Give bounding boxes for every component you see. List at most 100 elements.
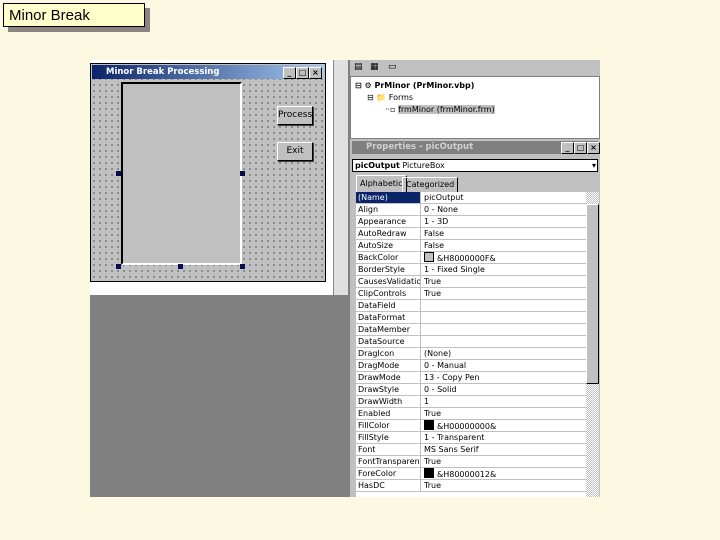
property-value[interactable]: True: [422, 408, 441, 419]
property-row[interactable]: BorderStyle 1 - Fixed Single: [356, 264, 586, 276]
property-value-text: &H00000000&: [437, 422, 497, 431]
designer-scrollbar[interactable]: [333, 60, 348, 295]
property-value-text: False: [424, 241, 445, 250]
object-name: picOutput: [355, 161, 400, 170]
view-object-icon[interactable]: ▦: [370, 62, 379, 72]
property-row[interactable]: FillColor &H00000000&: [356, 420, 586, 432]
property-row[interactable]: DataMember: [356, 324, 586, 336]
property-value[interactable]: 1 - 3D: [422, 216, 448, 227]
property-value[interactable]: 13 - Copy Pen: [422, 372, 480, 383]
property-value[interactable]: &H00000000&: [422, 420, 496, 432]
property-row[interactable]: DataSource: [356, 336, 586, 348]
property-value[interactable]: True: [422, 456, 441, 467]
property-row[interactable]: (Name) picOutput: [356, 192, 586, 204]
property-row[interactable]: DrawStyle 0 - Solid: [356, 384, 586, 396]
resize-handle[interactable]: [116, 264, 121, 269]
property-name: FillColor: [356, 420, 421, 431]
form-window[interactable]: Minor Break Processing _ □ × Process Exi…: [90, 63, 326, 282]
property-row[interactable]: FillStyle 1 - Transparent: [356, 432, 586, 444]
property-row[interactable]: HasDC True: [356, 480, 586, 492]
minimize-button[interactable]: _: [561, 142, 574, 154]
property-row[interactable]: Appearance 1 - 3D: [356, 216, 586, 228]
property-row[interactable]: DataField: [356, 300, 586, 312]
property-value[interactable]: 1 - Transparent: [422, 432, 484, 443]
property-row[interactable]: Enabled True: [356, 408, 586, 420]
property-value-text: 1 - Transparent: [424, 433, 485, 442]
property-row[interactable]: DragIcon (None): [356, 348, 586, 360]
property-value[interactable]: &H8000000F&: [422, 252, 496, 264]
property-name: (Name): [356, 192, 421, 203]
property-value[interactable]: (None): [422, 348, 451, 359]
property-row[interactable]: BackColor &H8000000F&: [356, 252, 586, 264]
resize-handle[interactable]: [178, 264, 183, 269]
close-button[interactable]: ×: [587, 142, 600, 154]
resize-handle[interactable]: [116, 171, 121, 176]
project-root-label: PrMinor (PrMinor.vbp): [374, 81, 475, 90]
property-name: DataField: [356, 300, 421, 311]
property-row[interactable]: DragMode 0 - Manual: [356, 360, 586, 372]
property-name: DrawMode: [356, 372, 421, 383]
property-value[interactable]: True: [422, 480, 441, 491]
property-name: DrawStyle: [356, 384, 421, 395]
minimize-button[interactable]: _: [283, 67, 296, 79]
property-row[interactable]: FontTransparent True: [356, 456, 586, 468]
property-name: ForeColor: [356, 468, 421, 479]
property-row[interactable]: DrawWidth 1: [356, 396, 586, 408]
tab-categorized[interactable]: Categorized: [402, 177, 459, 193]
property-value[interactable]: False: [422, 240, 444, 251]
property-row[interactable]: DataFormat: [356, 312, 586, 324]
picture-box-picoutput[interactable]: [121, 82, 242, 265]
property-value-text: (None): [424, 349, 452, 358]
tab-alphabetic[interactable]: Alphabetic: [356, 175, 407, 193]
color-swatch-icon: [424, 468, 434, 478]
project-explorer: ⊟ ⚙ PrMinor (PrMinor.vbp) ⊟ 📁 Forms ··▫ …: [350, 76, 600, 139]
project-root[interactable]: ⊟ ⚙ PrMinor (PrMinor.vbp): [355, 81, 474, 90]
process-button[interactable]: Process: [277, 106, 313, 125]
forms-folder[interactable]: ⊟ 📁 Forms: [367, 93, 413, 102]
property-value[interactable]: False: [422, 228, 444, 239]
form-titlebar[interactable]: Minor Break Processing _ □ ×: [92, 65, 324, 79]
toggle-folders-icon[interactable]: ▭: [388, 62, 397, 72]
property-row[interactable]: Align 0 - None: [356, 204, 586, 216]
scrollbar-thumb[interactable]: [586, 204, 599, 384]
property-row[interactable]: CausesValidation True: [356, 276, 586, 288]
property-row[interactable]: ClipControls True: [356, 288, 586, 300]
properties-title: Properties - picOutput: [366, 142, 474, 152]
maximize-button[interactable]: □: [296, 67, 309, 79]
property-row[interactable]: ForeColor &H80000012&: [356, 468, 586, 480]
property-value[interactable]: True: [422, 276, 441, 287]
property-value[interactable]: 0 - Solid: [422, 384, 457, 395]
maximize-button[interactable]: □: [574, 142, 587, 154]
object-selector[interactable]: picOutput PictureBox ▾: [352, 159, 598, 172]
property-row[interactable]: AutoSize False: [356, 240, 586, 252]
property-name: Font: [356, 444, 421, 455]
property-value[interactable]: True: [422, 288, 441, 299]
form-item-label: frmMinor (frmMinor.frm): [398, 105, 495, 114]
slide-title: Minor Break: [3, 3, 145, 27]
form-item[interactable]: ··▫ frmMinor (frmMinor.frm): [385, 105, 495, 114]
view-code-icon[interactable]: ▤: [354, 62, 363, 72]
color-swatch-icon: [424, 420, 434, 430]
property-value[interactable]: 0 - Manual: [422, 360, 466, 371]
property-value-text: 0 - Manual: [424, 361, 467, 370]
property-value[interactable]: 1: [422, 396, 429, 407]
property-value[interactable]: &H80000012&: [422, 468, 496, 480]
property-row[interactable]: DrawMode 13 - Copy Pen: [356, 372, 586, 384]
property-name: AutoRedraw: [356, 228, 421, 239]
chevron-down-icon[interactable]: ▾: [592, 160, 596, 171]
property-value[interactable]: MS Sans Serif: [422, 444, 479, 455]
resize-handle[interactable]: [240, 264, 245, 269]
property-row[interactable]: Font MS Sans Serif: [356, 444, 586, 456]
object-type: PictureBox: [402, 161, 445, 170]
property-value[interactable]: picOutput: [422, 192, 464, 203]
close-button[interactable]: ×: [309, 67, 322, 79]
property-value-text: MS Sans Serif: [424, 445, 479, 454]
exit-button[interactable]: Exit: [277, 142, 313, 161]
property-row[interactable]: AutoRedraw False: [356, 228, 586, 240]
property-value[interactable]: 0 - None: [422, 204, 458, 215]
property-value[interactable]: 1 - Fixed Single: [422, 264, 485, 275]
properties-scrollbar[interactable]: [586, 192, 599, 497]
property-value-text: 13 - Copy Pen: [424, 373, 480, 382]
property-name: HasDC: [356, 480, 421, 491]
resize-handle[interactable]: [240, 171, 245, 176]
